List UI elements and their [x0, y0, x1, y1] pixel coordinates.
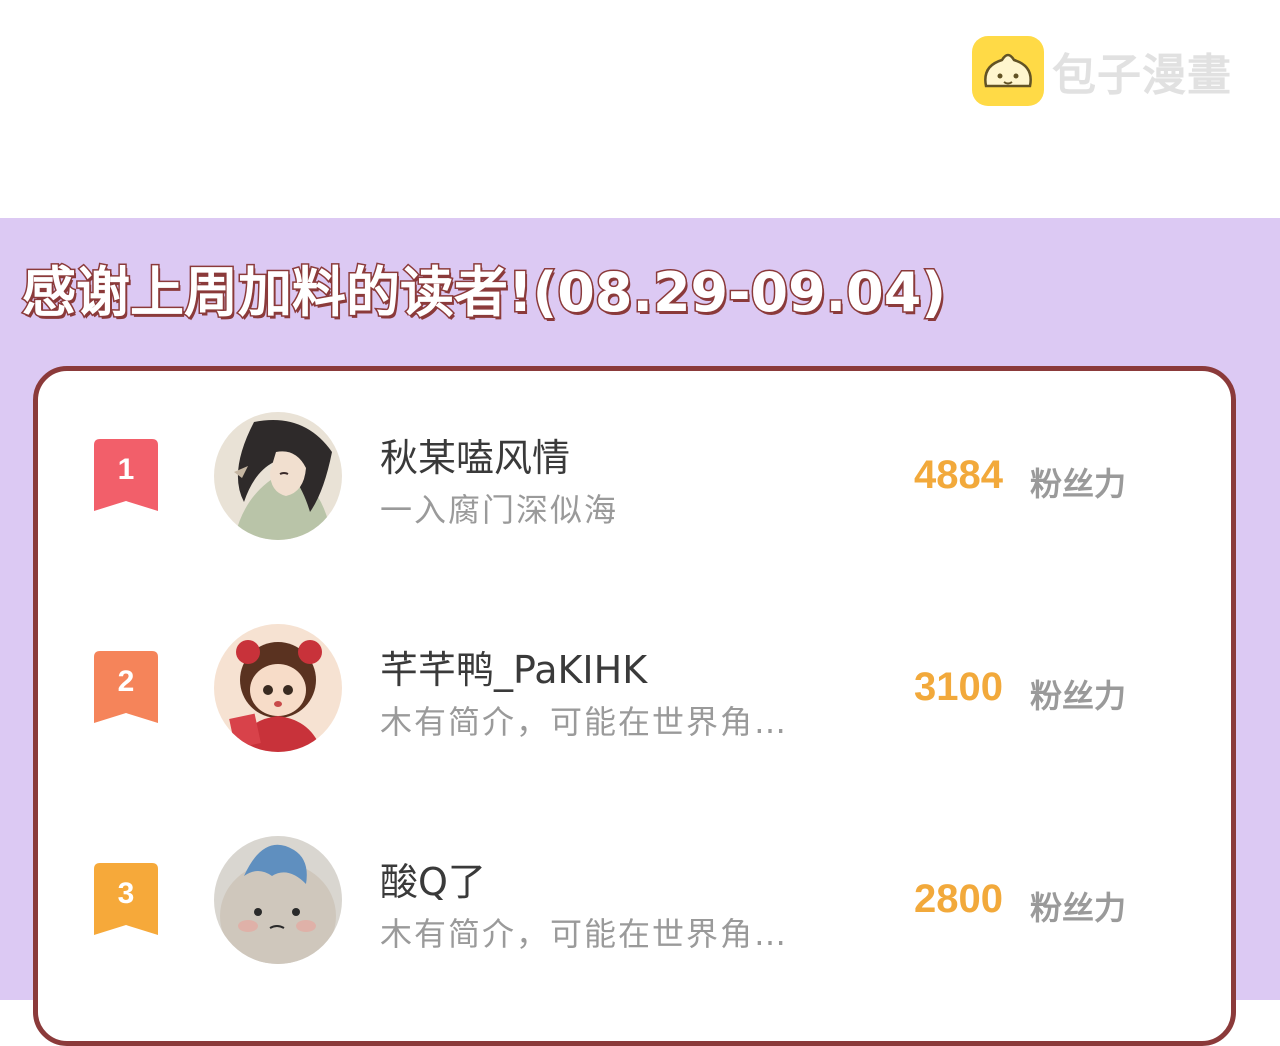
rank-number: 3	[117, 877, 135, 910]
username[interactable]: 酸Q了	[380, 851, 486, 906]
fan-power-score: 3100	[914, 665, 1003, 709]
user-bio: 木有简介，可能在世界角…	[380, 915, 789, 953]
page-title: 感谢上周加料的读者!(08.29-09.04)	[20, 260, 947, 326]
bun-logo-icon	[972, 36, 1044, 106]
rank-badge: 2	[92, 651, 160, 725]
fan-power-label: 粉丝力	[1030, 465, 1127, 503]
rank-badge: 1	[92, 439, 160, 513]
user-bio: 木有简介，可能在世界角…	[380, 703, 789, 741]
rank-number: 1	[117, 453, 135, 486]
fan-power-score: 4884	[914, 453, 1003, 497]
leaderboard-row[interactable]: 2 芊芊鸭_PaKIHK 木有简介，可能在世界角… 3100 粉丝力	[38, 621, 1231, 752]
leaderboard-row[interactable]: 1 秋某嗑风情 一入腐门深似海 4884 粉丝力	[38, 409, 1231, 540]
username[interactable]: 芊芊鸭_PaKIHK	[380, 639, 647, 694]
leaderboard-card: 1 秋某嗑风情 一入腐门深似海 4884 粉丝力 2 芊芊鸭_PaKIHK 木有…	[33, 366, 1236, 1046]
fan-power-label: 粉丝力	[1030, 677, 1127, 715]
avatar[interactable]	[214, 836, 342, 964]
rank-badge: 3	[92, 863, 160, 937]
rank-number: 2	[117, 665, 135, 698]
watermark-text: 包子漫畫	[1052, 50, 1232, 101]
fan-power-score: 2800	[914, 877, 1003, 921]
fan-power-label: 粉丝力	[1030, 889, 1127, 927]
top-blank-area: 包子漫畫	[0, 0, 1280, 218]
user-bio: 一入腐门深似海	[380, 491, 619, 529]
leaderboard-row[interactable]: 3 酸Q了 木有简介，可能在世界角… 2800 粉丝力	[38, 833, 1231, 964]
avatar[interactable]	[214, 624, 342, 752]
avatar[interactable]	[214, 412, 342, 540]
site-watermark: 包子漫畫	[972, 36, 1232, 106]
username[interactable]: 秋某嗑风情	[380, 427, 570, 482]
